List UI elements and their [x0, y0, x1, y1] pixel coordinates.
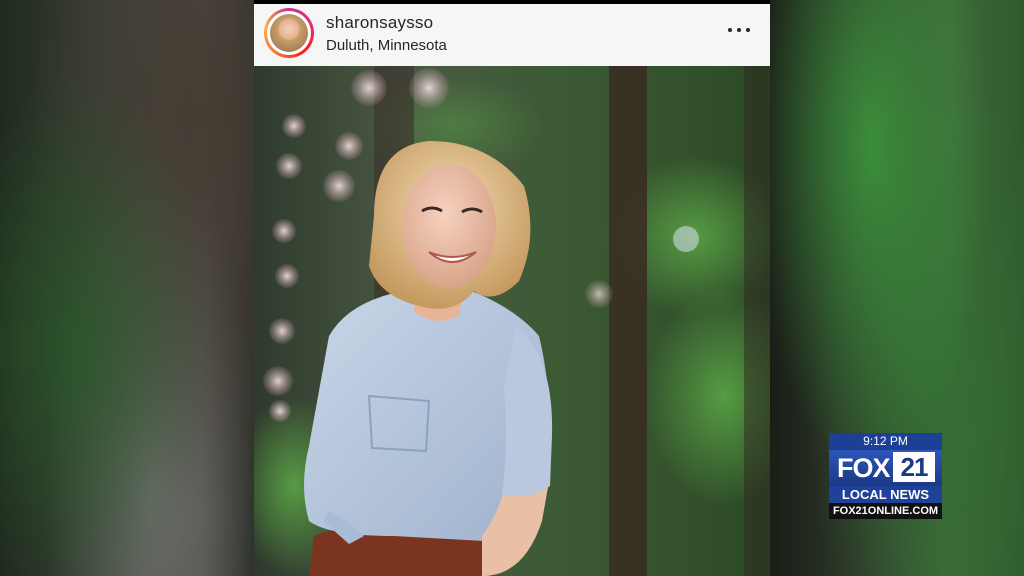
location[interactable]: Duluth, Minnesota	[326, 37, 447, 54]
logo-channel-number: 21	[893, 452, 935, 482]
avatar[interactable]	[264, 8, 314, 58]
station-website: FOX21ONLINE.COM	[829, 503, 942, 519]
instagram-post: sharonsaysso Duluth, Minnesota	[254, 4, 770, 576]
avatar-frame	[267, 11, 311, 55]
post-header: sharonsaysso Duluth, Minnesota	[254, 4, 770, 66]
logo-brand-word: FOX	[837, 453, 891, 483]
logo-tagline: LOCAL NEWS	[829, 486, 942, 503]
avatar-image	[270, 14, 308, 52]
blurred-background-left	[0, 0, 254, 576]
portrait-photo	[254, 66, 770, 576]
post-photo[interactable]	[254, 66, 770, 576]
station-logo-bug: 9:12 PM FOX 21 LOCAL NEWS FOX21ONLINE.CO…	[829, 433, 942, 519]
username[interactable]: sharonsaysso	[326, 13, 433, 33]
more-horizontal-icon[interactable]	[727, 18, 751, 42]
fox21-logo: FOX 21	[829, 450, 942, 486]
broadcast-time: 9:12 PM	[829, 433, 942, 450]
